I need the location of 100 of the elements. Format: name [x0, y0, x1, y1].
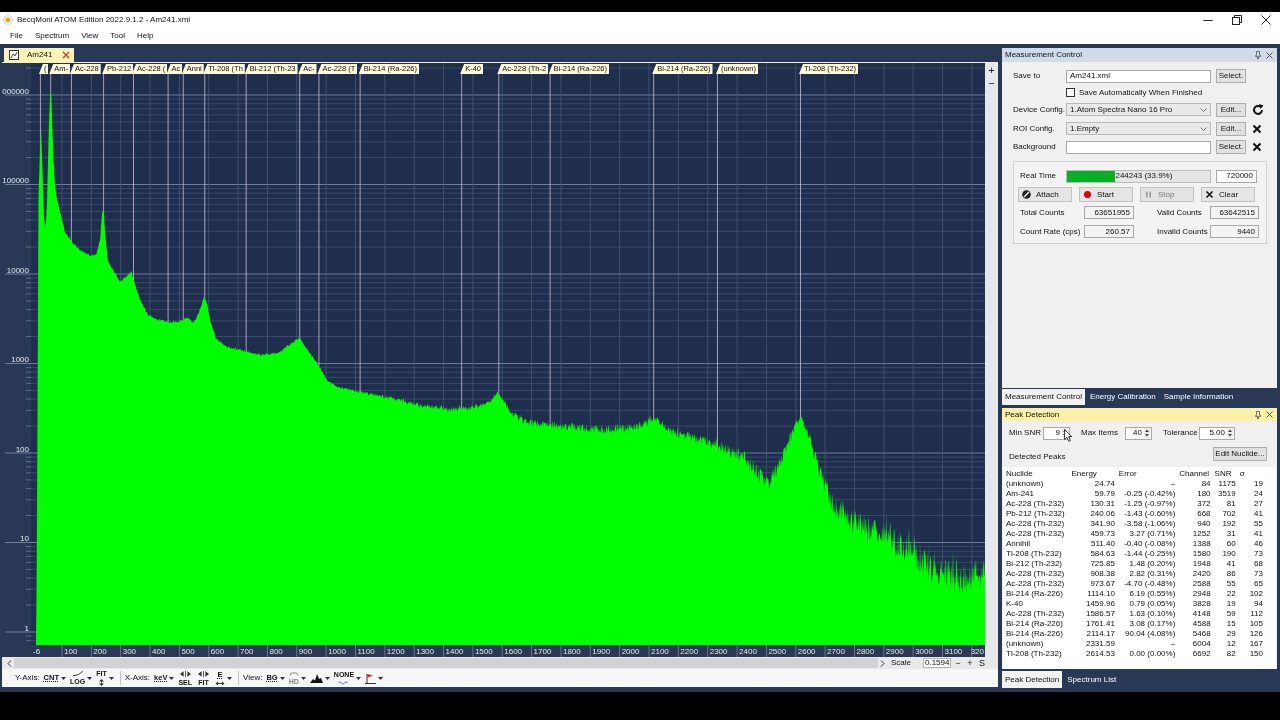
field-label: Real Time: [1020, 171, 1057, 181]
value-field: 9440: [1210, 225, 1259, 238]
axis-label: 1500: [474, 647, 493, 656]
window-title: BecqMoni ATOM Edition 2022.9.1.2 - Am241.xml: [17, 15, 191, 25]
field-label: Save to: [1013, 71, 1042, 81]
spinner-arrows-icon[interactable]: [1227, 428, 1233, 438]
panel-tab[interactable]: Peak Detection: [1002, 671, 1063, 688]
field-label: Invalid Counts: [1156, 226, 1209, 237]
axis-label: 200: [93, 647, 107, 656]
column-header[interactable]: SNR: [1212, 469, 1238, 479]
table-cell-text: 908.38: [1089, 569, 1116, 579]
zoom-button[interactable]: −: [985, 77, 998, 90]
table-cell-text: Tl-208 (Th-232): [1005, 549, 1063, 559]
table-cell-text: Bi-214 (Ra-226): [1005, 589, 1064, 599]
caret-icon: [108, 676, 114, 680]
attach-button[interactable]: Attach: [1018, 187, 1072, 202]
number-field[interactable]: 5.00: [1199, 426, 1235, 440]
checkbox[interactable]: [1066, 88, 1075, 97]
table-cell-text: Ac-228 (Th-232): [1005, 569, 1066, 579]
table-cell-text: 22: [1225, 589, 1237, 599]
panel-tab[interactable]: Measurement Control: [1002, 389, 1085, 405]
number-field[interactable]: 40: [1125, 426, 1152, 440]
zoom-button[interactable]: +: [985, 64, 998, 77]
clear-button[interactable]: Clear: [1201, 187, 1255, 202]
edit-button[interactable]: Edit...: [1216, 121, 1246, 136]
text-field[interactable]: [1066, 140, 1211, 154]
table-cell-text: 973.67: [1089, 579, 1116, 589]
table-cell-text: 1114.10: [1086, 589, 1116, 599]
column-header[interactable]: Error: [1116, 469, 1178, 479]
column-header[interactable]: σ: [1237, 469, 1265, 479]
dropdown-field[interactable]: 1.Empty: [1066, 122, 1211, 135]
scale-button[interactable]: S: [977, 658, 987, 668]
table-cell-text: 94: [1253, 599, 1264, 609]
menu-item[interactable]: Help: [131, 31, 160, 41]
document-tab[interactable]: Am241: [4, 48, 74, 62]
circle-slash-icon: [1022, 190, 1031, 199]
table-cell-text: 0.00 (0.00%): [1128, 649, 1177, 659]
column-header[interactable]: Channel: [1177, 469, 1213, 479]
table-cell-text: 5468: [1191, 629, 1212, 639]
scale-button[interactable]: −: [953, 658, 963, 668]
table-cell-text: Bi-214 (Ra-226): [1005, 619, 1064, 629]
axis-label: 2400: [739, 647, 757, 656]
axis-label: 10000: [6, 265, 29, 275]
axis-label: 500: [181, 647, 195, 656]
table-cell-text: 3828: [1191, 599, 1212, 609]
start-button[interactable]: Start: [1079, 187, 1133, 202]
field-label: Min SNR: [1009, 428, 1042, 438]
horizontal-scrollbar[interactable]: [14, 658, 878, 668]
select-button[interactable]: Select.: [1216, 69, 1246, 83]
spinner-arrows-icon[interactable]: [1144, 428, 1150, 438]
caret-icon: [300, 676, 306, 680]
restore-icon[interactable]: [1232, 15, 1242, 25]
dropdown-field[interactable]: 1.Atom Spectra Nano 16 Pro: [1066, 103, 1211, 116]
edit-button[interactable]: Edit...: [1216, 102, 1246, 117]
menu-item[interactable]: View: [75, 31, 105, 41]
close-icon[interactable]: [1266, 411, 1273, 418]
column-header[interactable]: Energy: [1069, 469, 1117, 479]
number-field[interactable]: 0.1594: [923, 658, 951, 668]
axis-label: 1400: [445, 647, 464, 656]
text-field[interactable]: Am241.xml: [1066, 69, 1211, 83]
edit-button[interactable]: Edit Nuclide...: [1213, 447, 1267, 461]
table-cell-text: 41: [1225, 559, 1237, 569]
chevron-right-icon[interactable]: [880, 659, 885, 667]
menu-item[interactable]: Tool: [104, 31, 131, 41]
table-cell-text: 19: [1253, 479, 1264, 489]
table-cell-text: 4588: [1191, 619, 1212, 629]
x-icon[interactable]: [1252, 123, 1262, 134]
table-cell-text: 2948: [1191, 589, 1212, 599]
caret-icon: [87, 676, 93, 680]
table-cell-text: 90.04 (4.08%): [1124, 629, 1177, 639]
menu-item[interactable]: File: [4, 31, 29, 41]
table-cell-text: 180: [1196, 489, 1212, 499]
menu-item[interactable]: Spectrum: [28, 31, 76, 41]
pin-icon[interactable]: [1255, 51, 1261, 59]
table-cell-text: Annihil: [1005, 539, 1031, 549]
double-arrow-icon: [215, 680, 226, 686]
caret-icon: [356, 676, 362, 680]
close-icon[interactable]: [1261, 15, 1271, 25]
chevron-left-icon[interactable]: [7, 659, 12, 667]
axis-label: 100000: [2, 176, 29, 185]
axis-label: 900: [298, 647, 313, 656]
x-icon[interactable]: [1252, 142, 1262, 152]
table-cell-text: -1.25 (-0.97%): [1123, 499, 1177, 509]
flag-icon: [365, 672, 377, 684]
panel-tab[interactable]: Energy Calibration: [1086, 389, 1159, 405]
panel-tab[interactable]: Spectrum List: [1064, 671, 1120, 688]
refresh-icon[interactable]: [1252, 103, 1264, 116]
select-button[interactable]: Select.: [1216, 140, 1246, 154]
panel-title: Peak Detection: [1005, 409, 1060, 420]
pin-icon[interactable]: [1255, 410, 1261, 419]
table-cell-text: Bi-212 (Th-232): [1005, 559, 1064, 569]
panel-tab[interactable]: Sample Information: [1160, 389, 1237, 405]
table-cell-text: 940: [1196, 519, 1212, 529]
table-cell-text: 372: [1196, 499, 1212, 509]
scale-button[interactable]: +: [965, 658, 975, 668]
number-field[interactable]: 720000: [1216, 169, 1257, 183]
pause-icon: [1144, 190, 1153, 199]
table-cell-text: Ac-228 (Th-232): [1005, 529, 1066, 539]
column-header[interactable]: Nuclide: [1003, 469, 1070, 479]
table-cell-text: 702: [1221, 509, 1237, 519]
